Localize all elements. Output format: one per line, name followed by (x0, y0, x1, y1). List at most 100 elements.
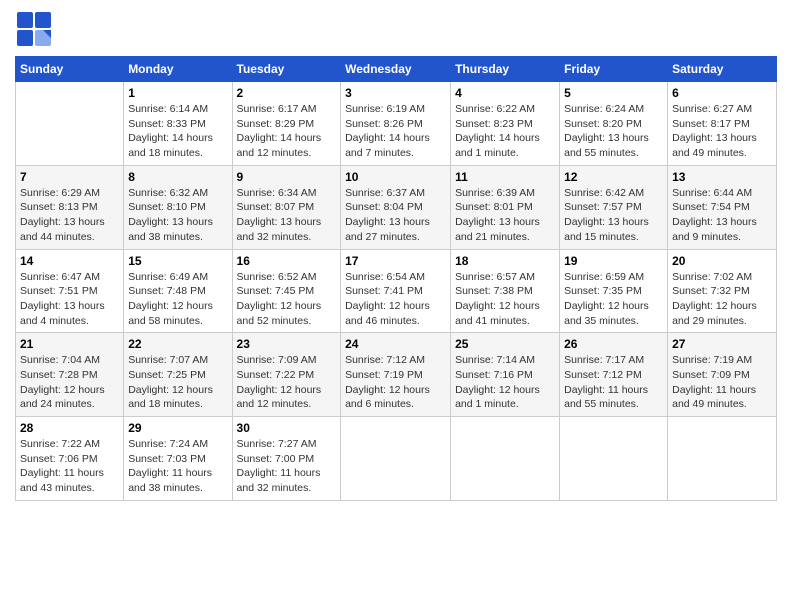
calendar-cell (668, 417, 777, 501)
calendar-cell: 17Sunrise: 6:54 AMSunset: 7:41 PMDayligh… (341, 249, 451, 333)
day-number: 11 (455, 170, 555, 184)
calendar-cell: 13 Sunrise: 6:44 AMSunset: 7:54 PMDayligh… (668, 165, 777, 249)
calendar-week-row: 28 Sunrise: 7:22 AMSunset: 7:06 PMDayligh… (16, 417, 777, 501)
day-number: 8 (128, 170, 227, 184)
col-friday: Friday (560, 57, 668, 82)
day-number: 14 (20, 254, 119, 268)
day-number: 29 (128, 421, 227, 435)
calendar-cell: 8 Sunrise: 6:32 AMSunset: 8:10 PMDaylight… (124, 165, 232, 249)
col-tuesday: Tuesday (232, 57, 341, 82)
day-info: Sunrise: 6:32 AMSunset: 8:10 PMDaylight:… (128, 186, 227, 245)
day-number: 23 (237, 337, 337, 351)
calendar-cell: 24 Sunrise: 7:12 AMSunset: 7:19 PMDayligh… (341, 333, 451, 417)
day-info: Sunrise: 6:49 AMSunset: 7:48 PMDaylight:… (128, 270, 227, 329)
day-info: Sunrise: 6:22 AMSunset: 8:23 PMDaylight:… (455, 102, 555, 161)
calendar-cell: 29 Sunrise: 7:24 AMSunset: 7:03 PMDayligh… (124, 417, 232, 501)
calendar-cell: 12 Sunrise: 6:42 AMSunset: 7:57 PMDayligh… (560, 165, 668, 249)
day-number: 19 (564, 254, 663, 268)
day-info: Sunrise: 6:52 AMSunset: 7:45 PMDaylight:… (237, 270, 337, 329)
calendar-body: 1 Sunrise: 6:14 AMSunset: 8:33 PMDaylight… (16, 82, 777, 501)
day-info: Sunrise: 7:02 AMSunset: 7:32 PMDaylight:… (672, 270, 772, 329)
calendar-week-row: 7 Sunrise: 6:29 AMSunset: 8:13 PMDaylight… (16, 165, 777, 249)
calendar-cell: 11 Sunrise: 6:39 AMSunset: 8:01 PMDayligh… (451, 165, 560, 249)
calendar-cell: 27 Sunrise: 7:19 AMSunset: 7:09 PMDayligh… (668, 333, 777, 417)
col-monday: Monday (124, 57, 232, 82)
calendar-cell: 22 Sunrise: 7:07 AMSunset: 7:25 PMDayligh… (124, 333, 232, 417)
calendar-cell (451, 417, 560, 501)
day-number: 16 (237, 254, 337, 268)
day-info: Sunrise: 6:44 AMSunset: 7:54 PMDaylight:… (672, 186, 772, 245)
calendar-cell: 6 Sunrise: 6:27 AMSunset: 8:17 PMDaylight… (668, 82, 777, 166)
day-info: Sunrise: 7:04 AMSunset: 7:28 PMDaylight:… (20, 353, 119, 412)
calendar-cell: 14Sunrise: 6:47 AMSunset: 7:51 PMDayligh… (16, 249, 124, 333)
calendar-cell: 2 Sunrise: 6:17 AMSunset: 8:29 PMDaylight… (232, 82, 341, 166)
calendar-week-row: 14Sunrise: 6:47 AMSunset: 7:51 PMDayligh… (16, 249, 777, 333)
logo-icon (15, 10, 53, 48)
day-number: 27 (672, 337, 772, 351)
day-info: Sunrise: 6:59 AMSunset: 7:35 PMDaylight:… (564, 270, 663, 329)
calendar-cell: 23 Sunrise: 7:09 AMSunset: 7:22 PMDayligh… (232, 333, 341, 417)
day-info: Sunrise: 7:19 AMSunset: 7:09 PMDaylight:… (672, 353, 772, 412)
calendar-cell: 10Sunrise: 6:37 AMSunset: 8:04 PMDayligh… (341, 165, 451, 249)
day-info: Sunrise: 7:27 AMSunset: 7:00 PMDaylight:… (237, 437, 337, 496)
day-info: Sunrise: 6:19 AMSunset: 8:26 PMDaylight:… (345, 102, 446, 161)
calendar-cell: 1 Sunrise: 6:14 AMSunset: 8:33 PMDaylight… (124, 82, 232, 166)
calendar-header-row: Sunday Monday Tuesday Wednesday Thursday… (16, 57, 777, 82)
day-number: 20 (672, 254, 772, 268)
logo (15, 10, 57, 48)
day-number: 26 (564, 337, 663, 351)
day-number: 12 (564, 170, 663, 184)
calendar-cell: 16 Sunrise: 6:52 AMSunset: 7:45 PMDayligh… (232, 249, 341, 333)
day-number: 4 (455, 86, 555, 100)
day-info: Sunrise: 7:17 AMSunset: 7:12 PMDaylight:… (564, 353, 663, 412)
day-number: 3 (345, 86, 446, 100)
day-number: 13 (672, 170, 772, 184)
day-info: Sunrise: 7:12 AMSunset: 7:19 PMDaylight:… (345, 353, 446, 412)
day-info: Sunrise: 6:27 AMSunset: 8:17 PMDaylight:… (672, 102, 772, 161)
col-wednesday: Wednesday (341, 57, 451, 82)
day-info: Sunrise: 7:22 AMSunset: 7:06 PMDaylight:… (20, 437, 119, 496)
day-info: Sunrise: 7:24 AMSunset: 7:03 PMDaylight:… (128, 437, 227, 496)
day-number: 7 (20, 170, 119, 184)
calendar-week-row: 21Sunrise: 7:04 AMSunset: 7:28 PMDayligh… (16, 333, 777, 417)
calendar-cell (16, 82, 124, 166)
day-number: 1 (128, 86, 227, 100)
calendar-cell: 9 Sunrise: 6:34 AMSunset: 8:07 PMDaylight… (232, 165, 341, 249)
day-number: 18 (455, 254, 555, 268)
day-number: 2 (237, 86, 337, 100)
day-info: Sunrise: 7:07 AMSunset: 7:25 PMDaylight:… (128, 353, 227, 412)
calendar-cell: 25 Sunrise: 7:14 AMSunset: 7:16 PMDayligh… (451, 333, 560, 417)
day-info: Sunrise: 6:29 AMSunset: 8:13 PMDaylight:… (20, 186, 119, 245)
day-number: 30 (237, 421, 337, 435)
day-info: Sunrise: 6:24 AMSunset: 8:20 PMDaylight:… (564, 102, 663, 161)
day-number: 5 (564, 86, 663, 100)
day-info: Sunrise: 6:42 AMSunset: 7:57 PMDaylight:… (564, 186, 663, 245)
calendar-cell: 26 Sunrise: 7:17 AMSunset: 7:12 PMDayligh… (560, 333, 668, 417)
col-saturday: Saturday (668, 57, 777, 82)
calendar-cell: 21Sunrise: 7:04 AMSunset: 7:28 PMDayligh… (16, 333, 124, 417)
day-number: 28 (20, 421, 119, 435)
day-number: 17 (345, 254, 446, 268)
calendar-cell: 5 Sunrise: 6:24 AMSunset: 8:20 PMDaylight… (560, 82, 668, 166)
day-info: Sunrise: 6:57 AMSunset: 7:38 PMDaylight:… (455, 270, 555, 329)
col-thursday: Thursday (451, 57, 560, 82)
day-info: Sunrise: 6:17 AMSunset: 8:29 PMDaylight:… (237, 102, 337, 161)
calendar-table: Sunday Monday Tuesday Wednesday Thursday… (15, 56, 777, 501)
day-number: 22 (128, 337, 227, 351)
day-number: 25 (455, 337, 555, 351)
calendar-cell: 28 Sunrise: 7:22 AMSunset: 7:06 PMDayligh… (16, 417, 124, 501)
day-info: Sunrise: 6:14 AMSunset: 8:33 PMDaylight:… (128, 102, 227, 161)
day-number: 6 (672, 86, 772, 100)
day-number: 9 (237, 170, 337, 184)
day-info: Sunrise: 6:34 AMSunset: 8:07 PMDaylight:… (237, 186, 337, 245)
calendar-cell: 3 Sunrise: 6:19 AMSunset: 8:26 PMDaylight… (341, 82, 451, 166)
calendar-cell (560, 417, 668, 501)
day-info: Sunrise: 7:14 AMSunset: 7:16 PMDaylight:… (455, 353, 555, 412)
page-header (15, 10, 777, 48)
day-info: Sunrise: 6:39 AMSunset: 8:01 PMDaylight:… (455, 186, 555, 245)
calendar-cell: 19 Sunrise: 6:59 AMSunset: 7:35 PMDayligh… (560, 249, 668, 333)
day-number: 24 (345, 337, 446, 351)
calendar-cell: 30 Sunrise: 7:27 AMSunset: 7:00 PMDayligh… (232, 417, 341, 501)
day-info: Sunrise: 7:09 AMSunset: 7:22 PMDaylight:… (237, 353, 337, 412)
day-number: 15 (128, 254, 227, 268)
